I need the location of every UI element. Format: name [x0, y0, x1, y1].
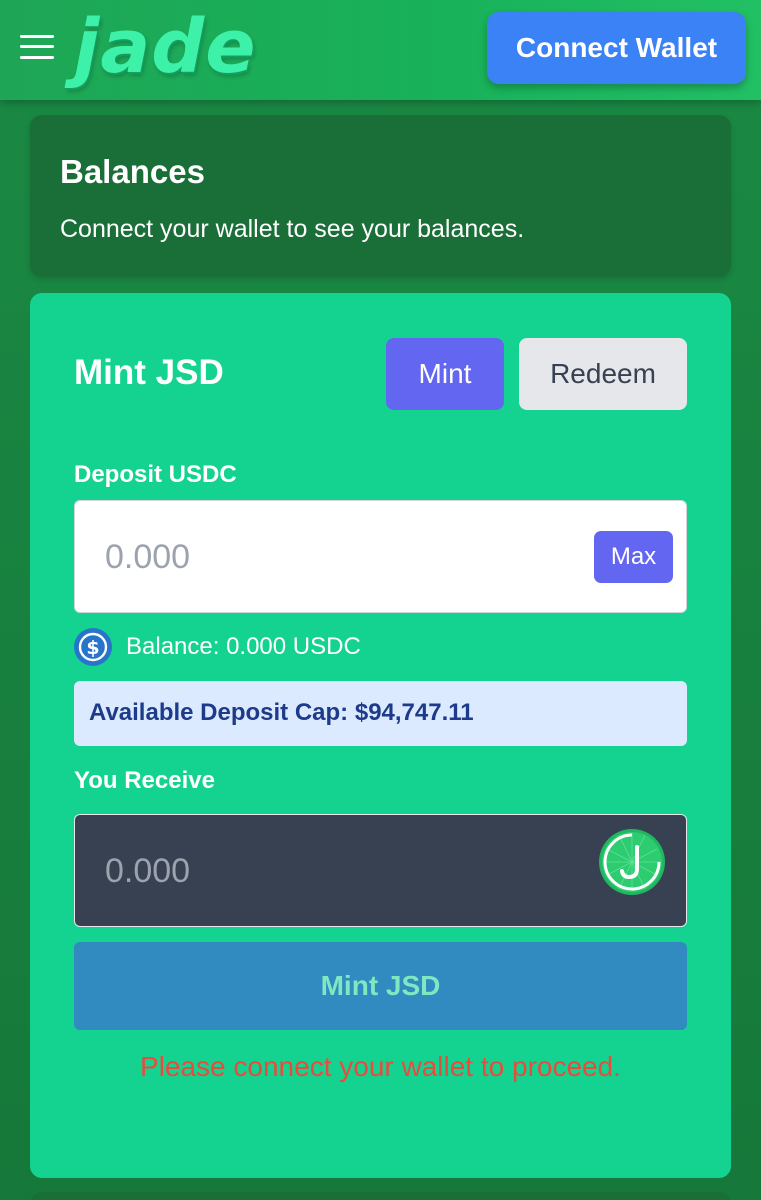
receive-output-box [74, 814, 687, 927]
usdc-balance-text: Balance: 0.000 USDC [126, 633, 361, 660]
connect-wallet-button[interactable]: Connect Wallet [487, 12, 746, 84]
svg-text:$: $ [86, 637, 99, 659]
connect-wallet-error: Please connect your wallet to proceed. [140, 1051, 621, 1082]
deposit-input-box: Max [74, 500, 687, 613]
page: jade Connect Wallet Balances Connect you… [0, 0, 761, 1200]
usdc-coin-icon: $ [74, 628, 112, 666]
deposit-amount-input[interactable] [105, 529, 565, 585]
balances-title: Balances [60, 153, 205, 190]
next-card-edge [30, 1192, 731, 1200]
max-button[interactable]: Max [594, 531, 673, 583]
top-nav-bar: jade Connect Wallet [0, 0, 761, 100]
jade-logo[interactable]: jade [74, 4, 256, 94]
mint-jsd-button[interactable]: Mint JSD [74, 942, 687, 1030]
mint-card-title: Mint JSD [74, 353, 224, 392]
tab-redeem[interactable]: Redeem [519, 338, 687, 410]
balances-description: Connect your wallet to see your balances… [60, 215, 525, 243]
deposit-cap-text: Available Deposit Cap: $94,747.11 [89, 699, 474, 726]
receive-amount-output [105, 843, 565, 899]
balances-card: Balances Connect your wallet to see your… [30, 115, 731, 277]
deposit-usdc-label: Deposit USDC [74, 461, 237, 488]
tab-mint[interactable]: Mint [386, 338, 504, 410]
jsd-coin-icon [599, 829, 665, 895]
hamburger-menu-icon[interactable] [20, 33, 54, 61]
usdc-balance-row: $ Balance: 0.000 USDC [74, 628, 687, 666]
mint-card: Mint JSD Mint Redeem Deposit USDC Max $ … [30, 293, 731, 1178]
deposit-cap-banner: Available Deposit Cap: $94,747.11 [74, 681, 687, 746]
you-receive-label: You Receive [74, 767, 215, 794]
